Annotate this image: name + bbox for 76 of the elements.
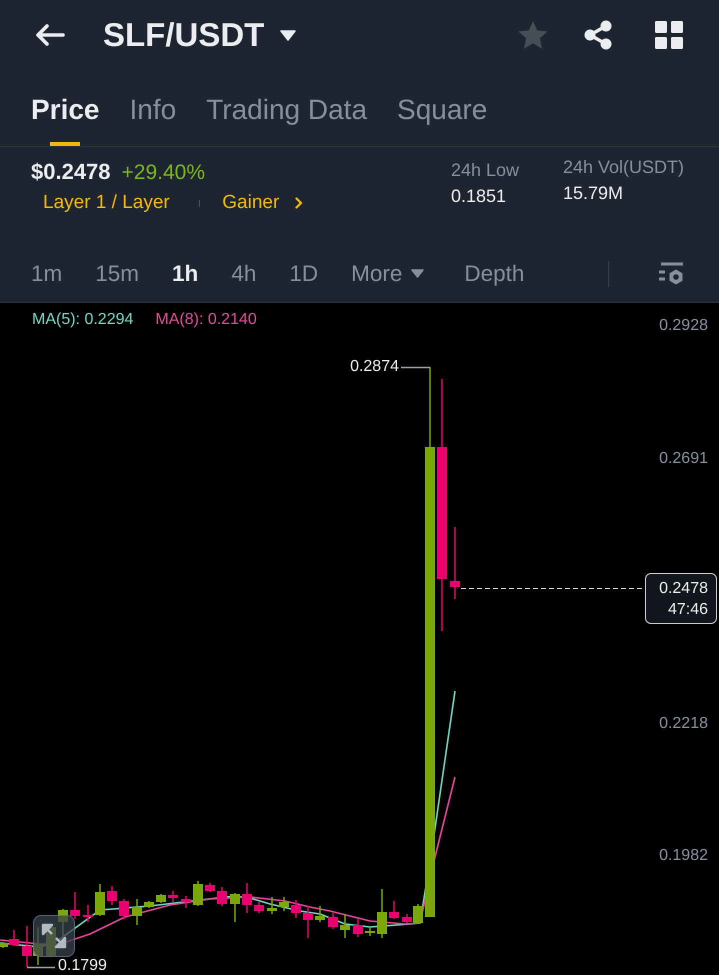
tab[interactable]: Square: [397, 92, 488, 127]
countdown-timer: 47:46: [668, 600, 708, 620]
bearish-candle: [205, 883, 215, 892]
bullish-candle: [193, 881, 203, 906]
expand-button[interactable]: [33, 915, 75, 957]
low-marker-line: [27, 966, 55, 968]
more-dropdown[interactable]: More: [351, 260, 424, 288]
depth-tab[interactable]: Depth: [464, 260, 524, 288]
high-price-label: 0.2874: [350, 358, 399, 376]
tab[interactable]: Trading Data: [206, 92, 368, 127]
tab[interactable]: Price: [31, 92, 100, 146]
bullish-candle: [132, 899, 142, 925]
interval-tab[interactable]: 4h: [231, 260, 256, 288]
category-link[interactable]: Layer 1 / Layer: [43, 190, 170, 216]
bullish-candle: [144, 901, 154, 908]
bearish-candle: [242, 883, 252, 913]
caret-icon: [280, 30, 296, 40]
bearish-candle: [9, 930, 19, 946]
ranking-link[interactable]: Gainer: [222, 190, 304, 216]
bearish-candle: [254, 902, 264, 913]
bullish-candle: [230, 893, 240, 922]
price-axis-label: 0.2691: [659, 450, 708, 468]
stat-label: 24h Low: [451, 159, 520, 182]
bearish-candle: [353, 919, 363, 937]
stat-value: 15.79M: [563, 182, 624, 205]
bearish-candle: [402, 914, 412, 923]
caret-icon: [411, 269, 424, 278]
interval-tab[interactable]: 15m: [95, 260, 140, 288]
price-axis-label: 0.2218: [659, 715, 708, 733]
bullish-candle: [413, 904, 423, 923]
chevron-right-icon: [295, 197, 304, 209]
tab-indicator: [50, 142, 80, 146]
bullish-candle: [95, 884, 105, 916]
bullish-candle: [0, 942, 8, 948]
bearish-candle: [389, 901, 399, 919]
high-marker-line: [401, 366, 430, 368]
interval-tab[interactable]: 1D: [289, 260, 318, 288]
bearish-candle: [107, 886, 117, 905]
bearish-candle: [168, 891, 178, 902]
share-icon[interactable]: [583, 20, 613, 50]
moving-average-legend: MA(8): 0.2140: [155, 310, 257, 330]
bullish-candle: [267, 897, 277, 914]
bearish-candle: [303, 906, 313, 938]
interval-tab[interactable]: 1m: [31, 260, 62, 288]
stat-value: 0.1851: [451, 185, 508, 208]
price-axis-label: 0.1982: [659, 847, 708, 865]
bearish-candle: [291, 900, 301, 918]
bearish-candle: [181, 896, 191, 908]
bearish-candle: [450, 527, 460, 599]
bearish-candle: [328, 913, 338, 929]
price-change: +29.40%: [122, 160, 206, 186]
star-icon[interactable]: [517, 20, 549, 50]
bearish-candle: [83, 905, 93, 922]
chart-settings-icon[interactable]: [659, 262, 685, 285]
bearish-candle: [22, 926, 32, 967]
grid-menu-icon[interactable]: [655, 21, 683, 49]
bullish-candle: [377, 889, 387, 938]
bearish-candle: [70, 892, 80, 919]
current-price: 0.2478: [659, 578, 708, 598]
interval-tab[interactable]: 1h: [172, 260, 198, 288]
moving-average-legend: MA(5): 0.2294: [32, 310, 134, 330]
pair-selector[interactable]: SLF/USDT: [103, 15, 296, 55]
bullish-candle: [315, 906, 325, 922]
bearish-candle: [217, 887, 227, 906]
bullish-candle: [156, 894, 166, 903]
low-price-label: 0.1799: [58, 958, 107, 973]
bullish-candle: [340, 914, 350, 938]
last-price: $0.2478: [31, 158, 111, 186]
tab[interactable]: Info: [130, 92, 176, 127]
price-axis-label: 0.2928: [659, 317, 708, 335]
bullish-candle: [279, 897, 289, 911]
bullish-candle: [365, 926, 375, 936]
bearish-candle: [119, 899, 129, 919]
stat-label: 24h Vol(USDT): [563, 156, 684, 179]
expand-icon: [41, 923, 67, 949]
back-arrow-icon[interactable]: [35, 23, 65, 47]
